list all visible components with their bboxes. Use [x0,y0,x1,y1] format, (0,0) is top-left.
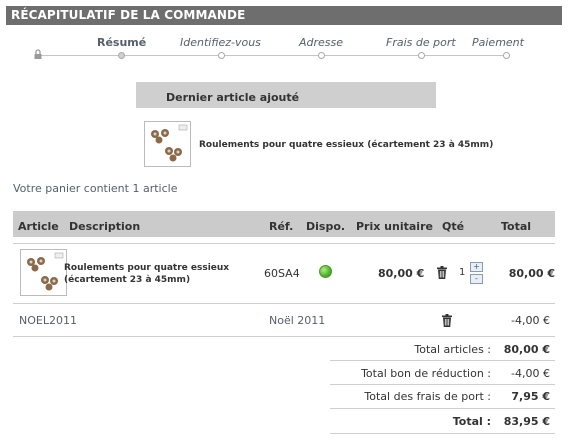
col-availability: Dispo. [306,220,346,233]
lock-icon [34,49,42,59]
step-login[interactable]: Identifiez-vous [180,36,261,49]
qty-decrease-button[interactable]: - [470,274,483,284]
cart-table-header: Article Description Réf. Dispo. Prix uni… [13,211,555,237]
product-description[interactable]: Roulements pour quatre essieux (écarteme… [64,262,234,286]
last-added-title: Dernier article ajouté [136,82,436,108]
step-dot-payment [503,52,510,59]
discount-total: -4,00 € [511,314,550,327]
row-divider [330,384,555,385]
qty-increase-button[interactable]: + [470,262,483,272]
discount-name: Noël 2011 [269,314,326,327]
total-shipping-label: Total des frais de port : [364,390,491,403]
col-unit-price: Prix unitaire [356,220,433,233]
step-dot-shipping [418,52,425,59]
trash-icon[interactable] [436,266,448,279]
row-divider [330,360,555,361]
product-total: 80,00 € [508,267,555,280]
row-divider [330,408,555,409]
step-summary[interactable]: Résumé [97,36,146,49]
step-shipping[interactable]: Frais de port [386,36,456,49]
row-divider [13,303,555,304]
total-articles-label: Total articles : [414,343,491,356]
row-divider [13,243,555,244]
grand-total-label: Total : [452,415,491,428]
page-title: RÉCAPITULATIF DE LA COMMANDE [6,6,562,25]
last-added-product-name[interactable]: Roulements pour quatre essieux (écarteme… [199,140,493,150]
step-dot-address [318,52,325,59]
grand-total-value: 83,95 € [503,415,550,428]
discount-code: NOEL2011 [19,314,77,327]
product-image[interactable] [20,249,67,296]
row-divider [330,433,555,434]
steps-line [38,55,508,56]
col-article: Article [18,220,59,233]
step-address[interactable]: Adresse [299,36,343,49]
product-ref: 60SA4 [264,267,300,280]
step-dot-login [218,52,225,59]
step-dot-summary [118,52,125,59]
total-discount-value: -4,00 € [511,367,550,380]
availability-indicator [319,265,332,278]
col-qty: Qté [442,220,465,233]
col-ref: Réf. [269,220,294,233]
trash-icon[interactable] [441,314,453,327]
total-articles-value: 80,00 € [503,343,550,356]
product-unit-price: 80,00 € [378,267,425,280]
cart-count-text: Votre panier contient 1 article [13,182,178,195]
last-added-product-image[interactable] [144,121,191,167]
total-shipping-value: 7,95 € [511,390,550,403]
total-discount-label: Total bon de réduction : [361,367,491,380]
col-total: Total [501,220,532,233]
quantity-value[interactable]: 1 [459,267,465,278]
checkout-steps: Résumé Identifiez-vous Adresse Frais de … [0,33,568,63]
product-description-line2: (écartement 23 à 45mm) [64,275,191,285]
step-payment[interactable]: Paiement [472,36,524,49]
product-description-line1: Roulements pour quatre essieux [64,263,230,273]
col-description: Description [69,220,141,233]
row-divider [13,336,555,337]
